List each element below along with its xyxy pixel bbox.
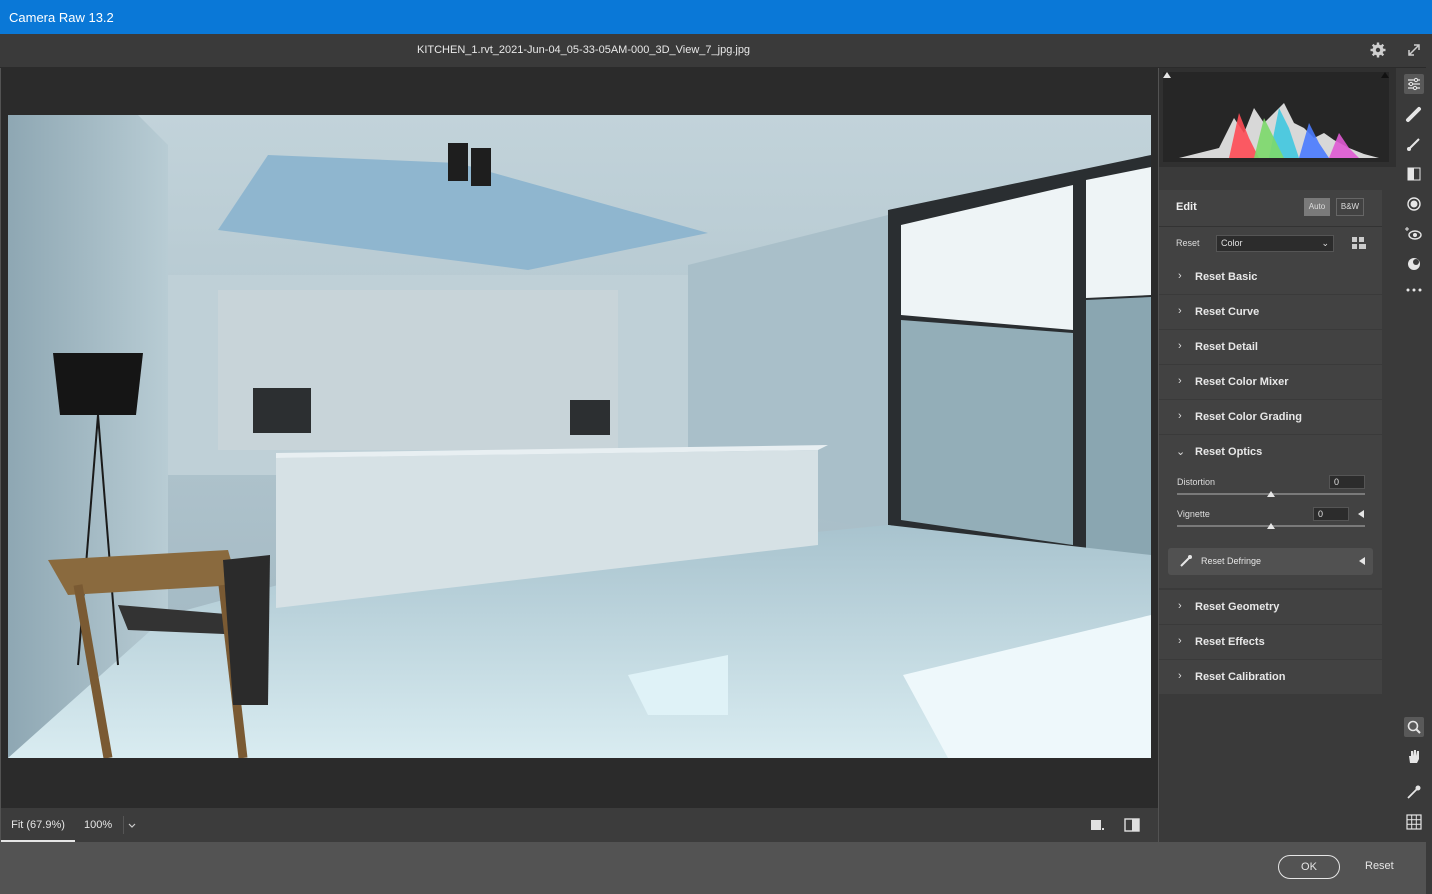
reset-button[interactable]: Reset (1365, 860, 1394, 872)
distortion-input[interactable]: 0 (1329, 475, 1365, 489)
color-sampler-icon[interactable] (1404, 782, 1424, 802)
defringe-row[interactable]: Reset Defringe (1168, 548, 1373, 575)
defringe-expand-icon[interactable] (1359, 557, 1365, 565)
single-view-icon[interactable] (1089, 817, 1105, 833)
app-title: Camera Raw 13.2 (9, 10, 114, 25)
before-after-icon[interactable] (1123, 817, 1141, 833)
vignette-expand-icon[interactable] (1358, 510, 1364, 518)
histogram (1159, 68, 1396, 167)
gear-icon[interactable] (1369, 41, 1387, 59)
zoom-dropdown[interactable] (123, 816, 140, 834)
dialog-footer: OK Reset (0, 842, 1432, 894)
window-edge (1426, 34, 1432, 894)
section-optics: ⌄ Reset Optics Distortion 0 Vignette 0 R… (1159, 435, 1382, 588)
profile-reset-label: Reset (1176, 238, 1200, 248)
chevron-right-icon: › (1178, 410, 1182, 422)
chevron-down-icon (128, 823, 136, 828)
grid-icon[interactable] (1404, 812, 1424, 832)
edit-sliders-icon[interactable] (1404, 74, 1424, 94)
section-effects[interactable]: › Reset Effects (1159, 625, 1382, 659)
chevron-down-icon[interactable]: ⌄ (1176, 445, 1185, 458)
chevron-right-icon: › (1178, 375, 1182, 387)
profile-row: Reset Color ⌄ (1159, 226, 1382, 260)
title-bar: Camera Raw 13.2 (0, 0, 1432, 34)
vignette-label: Vignette (1177, 509, 1210, 519)
section-label: Reset Geometry (1195, 601, 1280, 613)
ok-button[interactable]: OK (1278, 855, 1340, 879)
section-label: Reset Basic (1195, 271, 1258, 283)
chevron-right-icon: › (1178, 600, 1182, 612)
eyedropper-icon[interactable] (1178, 554, 1193, 569)
profile-select[interactable]: Color ⌄ (1216, 235, 1334, 252)
vignette-input[interactable]: 0 (1313, 507, 1349, 521)
bw-button[interactable]: B&W (1336, 198, 1364, 216)
view-bar: Fit (67.9%) 100% (1, 808, 1158, 842)
presets-icon[interactable] (1404, 254, 1424, 274)
chevron-down-icon: ⌄ (1321, 238, 1329, 248)
auto-button[interactable]: Auto (1304, 198, 1330, 216)
chevron-right-icon: › (1178, 635, 1182, 647)
vignette-slider-thumb[interactable] (1267, 523, 1275, 529)
radial-gradient-icon[interactable] (1404, 194, 1424, 214)
chevron-right-icon: › (1178, 670, 1182, 682)
profile-value: Color (1221, 238, 1243, 248)
section-label: Reset Effects (1195, 636, 1265, 648)
section-color-mixer[interactable]: › Reset Color Mixer (1159, 365, 1382, 399)
healing-icon[interactable] (1404, 104, 1424, 124)
zoom-icon[interactable] (1404, 717, 1424, 737)
section-label: Reset Curve (1195, 306, 1260, 318)
edit-heading: Edit (1176, 201, 1197, 213)
zoom-100-button[interactable]: 100% (84, 808, 112, 842)
section-calibration[interactable]: › Reset Calibration (1159, 660, 1382, 694)
section-curve[interactable]: › Reset Curve (1159, 295, 1382, 329)
section-detail[interactable]: › Reset Detail (1159, 330, 1382, 364)
section-color-grading[interactable]: › Reset Color Grading (1159, 400, 1382, 434)
distortion-label: Distortion (1177, 477, 1216, 487)
file-name: KITCHEN_1.rvt_2021-Jun-04_05-33-05AM-000… (417, 44, 751, 56)
chevron-right-icon: › (1178, 340, 1182, 352)
file-bar: KITCHEN_1.rvt_2021-Jun-04_05-33-05AM-000… (0, 34, 1432, 68)
red-eye-icon[interactable] (1404, 224, 1424, 244)
fullscreen-icon[interactable] (1405, 41, 1423, 59)
section-label: Reset Color Grading (1195, 411, 1302, 423)
preview-image[interactable] (8, 115, 1151, 758)
zoom-fit-button[interactable]: Fit (67.9%) (1, 808, 75, 842)
edit-header: Edit Auto B&W (1159, 190, 1382, 226)
chevron-right-icon: › (1178, 305, 1182, 317)
section-geometry[interactable]: › Reset Geometry (1159, 590, 1382, 624)
brush-icon[interactable] (1404, 134, 1424, 154)
more-icon[interactable] (1404, 280, 1424, 300)
section-label[interactable]: Reset Optics (1195, 446, 1262, 458)
section-label: Reset Color Mixer (1195, 376, 1289, 388)
section-label: Reset Calibration (1195, 671, 1286, 683)
linear-gradient-icon[interactable] (1404, 164, 1424, 184)
section-basic[interactable]: › Reset Basic (1159, 260, 1382, 294)
section-label: Reset Detail (1195, 341, 1258, 353)
distortion-slider-thumb[interactable] (1267, 491, 1275, 497)
defringe-label: Reset Defringe (1201, 556, 1262, 566)
hand-icon[interactable] (1404, 747, 1424, 767)
profile-browser-icon[interactable] (1352, 237, 1366, 249)
chevron-right-icon: › (1178, 270, 1182, 282)
